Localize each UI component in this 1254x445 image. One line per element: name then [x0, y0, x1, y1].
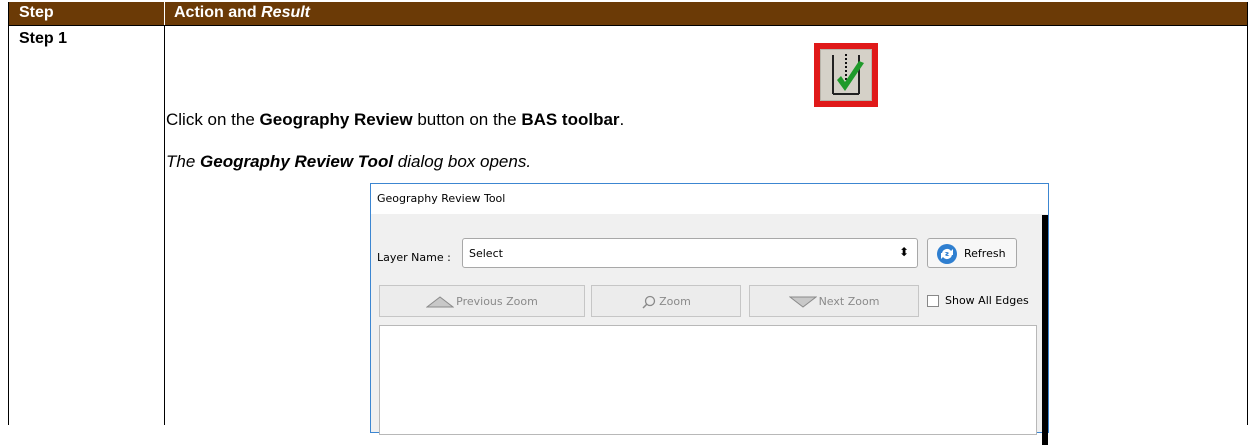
updown-arrows-icon: ⬍ [898, 245, 909, 259]
previous-zoom-icon [426, 296, 455, 308]
layer-select-value: Select [469, 247, 503, 260]
next-zoom-button[interactable]: Next Zoom [749, 285, 919, 317]
instruction-text: Click on the Geography Review button on … [166, 110, 625, 129]
show-all-edges-checkbox[interactable]: Show All Edges [927, 294, 1029, 307]
zoom-button[interactable]: Zoom [591, 285, 741, 317]
previous-zoom-button[interactable]: Previous Zoom [379, 285, 585, 317]
geography-review-dialog: Geography Review Tool Layer Name : Selec… [370, 183, 1049, 445]
header-step: Step [19, 4, 54, 21]
refresh-icon [937, 244, 957, 264]
table-header: Step Action and Result [9, 2, 1247, 25]
dialog-title-bar: Geography Review Tool [371, 184, 1048, 214]
layer-select[interactable]: Select ⬍ [462, 238, 918, 268]
layer-name-label: Layer Name : [377, 251, 451, 264]
refresh-label: Refresh [964, 247, 1006, 260]
result-text: The Geography Review Tool dialog box ope… [166, 152, 532, 171]
show-all-edges-label: Show All Edges [945, 294, 1029, 307]
geography-review-icon[interactable] [814, 43, 878, 107]
header-action: Action and Result [174, 4, 311, 21]
review-list-area[interactable] [379, 325, 1037, 435]
magnifier-icon [642, 295, 656, 309]
refresh-button[interactable]: Refresh [927, 238, 1017, 268]
step-label: Step 1 [19, 30, 68, 47]
dialog-title: Geography Review Tool [377, 192, 506, 205]
checkbox-icon [927, 295, 939, 307]
next-zoom-icon [788, 296, 817, 308]
